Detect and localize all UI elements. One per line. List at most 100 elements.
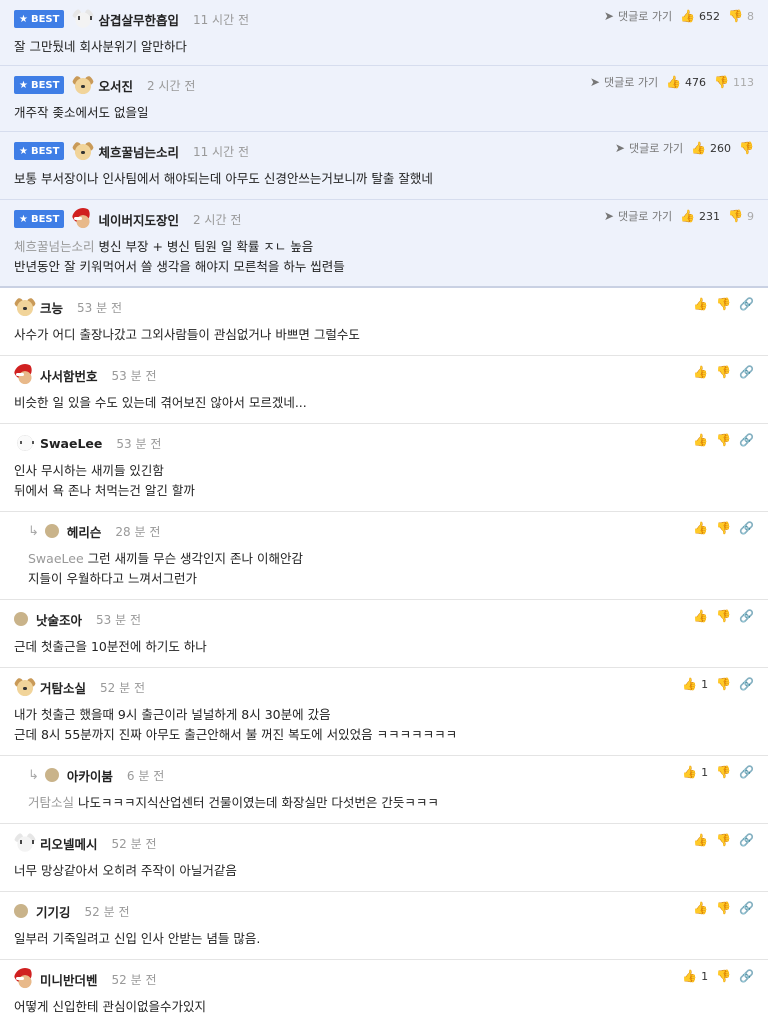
downvote-button[interactable]: 👎 xyxy=(716,433,731,447)
downvote-button[interactable]: 👎 xyxy=(716,365,731,379)
nickname[interactable]: 삼겹살무한흡입 xyxy=(98,10,179,29)
comment-text: 사수가 어디 출장나갔고 그외사람들이 관심없거나 바쁘면 그럴수도 xyxy=(14,327,360,342)
comment-item: 크능 53 분 전 👍 👎 🔗 사수가 어디 출장나갔고 그외사람들이 관심없거나 바쁘면… xyxy=(0,288,768,356)
goto-comment-button[interactable]: ➤ 댓글로 가기 xyxy=(604,8,672,24)
upvote-button[interactable]: 👍 xyxy=(693,521,708,535)
nickname[interactable]: 리오넬메시 xyxy=(40,834,98,853)
nickname[interactable]: 헤리슨 xyxy=(67,522,102,541)
upvote-button[interactable]: 👍 xyxy=(693,901,708,915)
downvote-button[interactable]: 👎 xyxy=(716,833,731,847)
avatar[interactable] xyxy=(44,524,59,538)
comment-line: 지들이 우월하다고 느껴서그런가 xyxy=(28,569,754,589)
comment-actions: 👍 1 👎 🔗 xyxy=(682,676,754,692)
nickname[interactable]: 크능 xyxy=(40,298,63,317)
avatar[interactable] xyxy=(14,968,36,990)
avatar[interactable] xyxy=(72,74,95,96)
downvote-button[interactable]: 👎 113 xyxy=(714,75,754,89)
avatar[interactable] xyxy=(72,8,95,30)
upvote-button[interactable]: 👍 476 xyxy=(666,75,706,89)
upvote-button[interactable]: 👍 231 xyxy=(680,209,720,223)
nickname[interactable]: 네이버지도장인 xyxy=(98,210,179,229)
comment-header: ★ BEST 오서진 2 시간 전 xyxy=(14,74,195,96)
share-link-button[interactable]: 🔗 xyxy=(739,297,754,311)
avatar[interactable] xyxy=(14,296,36,318)
downvote-button[interactable]: 👎 xyxy=(716,969,731,983)
avatar[interactable] xyxy=(14,432,36,454)
upvote-button[interactable]: 👍 xyxy=(693,297,708,311)
link-icon: 🔗 xyxy=(739,365,754,379)
downvote-count: 8 xyxy=(747,9,754,23)
share-link-button[interactable]: 🔗 xyxy=(739,521,754,535)
avatar[interactable] xyxy=(14,904,28,918)
comment-text: 보통 부서장이나 인사팀에서 해야되는데 아무도 신경안쓰는거보니까 탈출 잘했… xyxy=(14,171,433,186)
comment-body: 체흐꿀넘는소리 병신 부장 + 병신 팀원 일 확률 ㅈㄴ 높음 반년동안 잘 키워… xyxy=(14,237,754,277)
avatar[interactable] xyxy=(14,676,36,698)
share-link-button[interactable]: 🔗 xyxy=(739,833,754,847)
nickname[interactable]: SwaeLee xyxy=(40,436,102,451)
downvote-button[interactable]: 👎 xyxy=(716,765,731,779)
downvote-button[interactable]: 👎 9 xyxy=(728,209,754,223)
thumbs-down-icon: 👎 xyxy=(716,521,732,535)
thumbs-down-icon: 👎 xyxy=(728,9,743,23)
goto-comment-button[interactable]: ➤ 댓글로 가기 xyxy=(590,74,658,90)
mention-tag[interactable]: 거탐소실 xyxy=(28,795,74,810)
upvote-button[interactable]: 👍 1 xyxy=(682,765,708,779)
comment-header: 미니반더벤 52 분 전 xyxy=(14,968,157,990)
share-link-button[interactable]: 🔗 xyxy=(739,433,754,447)
downvote-button[interactable]: 👎 xyxy=(716,901,731,915)
comment-line: 체흐꿀넘는소리 병신 부장 + 병신 팀원 일 확률 ㅈㄴ 높음 xyxy=(14,237,754,257)
avatar[interactable] xyxy=(72,208,95,230)
nickname[interactable]: 사서함번호 xyxy=(40,366,98,385)
comment-text: 인사 무시하는 새끼들 있긴함 xyxy=(14,463,164,478)
nickname[interactable]: 미니반더벤 xyxy=(40,970,98,989)
share-link-button[interactable]: 🔗 xyxy=(739,765,754,779)
downvote-button[interactable]: 👎 xyxy=(739,141,754,155)
avatar[interactable] xyxy=(44,768,59,782)
nickname[interactable]: 낫술조아 xyxy=(36,610,82,629)
upvote-button[interactable]: 👍 xyxy=(693,365,708,379)
mention-tag[interactable]: 체흐꿀넘는소리 xyxy=(14,239,95,254)
downvote-button[interactable]: 👎 xyxy=(716,677,731,691)
comment-text: 내가 첫출근 했을때 9시 출근이라 널널하게 8시 30분에 갔음 xyxy=(14,707,331,722)
comment-actions: ➤ 댓글로 가기 👍 260 👎 xyxy=(615,140,754,156)
goto-comment-button[interactable]: ➤ 댓글로 가기 xyxy=(604,208,672,224)
share-link-button[interactable]: 🔗 xyxy=(739,901,754,915)
upvote-button[interactable]: 👍 1 xyxy=(682,969,708,983)
share-link-button[interactable]: 🔗 xyxy=(739,969,754,983)
share-link-button[interactable]: 🔗 xyxy=(739,677,754,691)
comment-body: 거탐소실 나도ㅋㅋㅋ지식산업센터 건물이였는데 화장실만 다섯번은 간듯ㅋㅋㅋ xyxy=(28,793,754,813)
upvote-button[interactable]: 👍 652 xyxy=(680,9,720,23)
upvote-button[interactable]: 👍 xyxy=(693,433,708,447)
avatar[interactable] xyxy=(14,612,28,626)
goto-comment-button[interactable]: ➤ 댓글로 가기 xyxy=(615,140,683,156)
link-icon: 🔗 xyxy=(739,521,754,535)
upvote-button[interactable]: 👍 xyxy=(693,609,708,623)
nickname[interactable]: 오서진 xyxy=(98,76,133,95)
downvote-button[interactable]: 👎 xyxy=(716,609,731,623)
avatar[interactable] xyxy=(14,832,36,854)
share-link-button[interactable]: 🔗 xyxy=(739,365,754,379)
thumbs-down-icon: 👎 xyxy=(716,433,732,447)
downvote-button[interactable]: 👎 xyxy=(716,521,731,535)
upvote-button[interactable]: 👍 260 xyxy=(691,141,731,155)
comment-item: ★ BEST 네이버지도장인 2 시간 전 ➤ 댓글로 가기 👍 231 👎 9 체흐꿀넘는소리 병신… xyxy=(0,200,768,288)
avatar[interactable] xyxy=(14,364,36,386)
timestamp: 53 분 전 xyxy=(116,436,162,451)
mention-tag[interactable]: SwaeLee xyxy=(28,551,84,566)
comment-text: 어떻게 신입한테 관심이없을수가있지 xyxy=(14,999,206,1014)
comment-header: ★ BEST 네이버지도장인 2 시간 전 xyxy=(14,208,241,230)
avatar[interactable] xyxy=(72,140,95,162)
downvote-button[interactable]: 👎 8 xyxy=(728,9,754,23)
downvote-button[interactable]: 👎 xyxy=(716,297,731,311)
nickname[interactable]: 아카이붐 xyxy=(67,766,113,785)
share-link-button[interactable]: 🔗 xyxy=(739,609,754,623)
upvote-button[interactable]: 👍 xyxy=(693,833,708,847)
nickname[interactable]: 기기깅 xyxy=(36,902,71,921)
upvote-button[interactable]: 👍 1 xyxy=(682,677,708,691)
link-icon: 🔗 xyxy=(739,677,754,691)
comment-text: 잘 그만뒀네 회사분위기 알만하다 xyxy=(14,39,187,54)
nickname[interactable]: 체흐꿀넘는소리 xyxy=(98,142,179,161)
comment-body: SwaeLee 그런 새끼들 무슨 생각인지 존나 이해안감 지들이 우월하다고 느… xyxy=(28,549,754,589)
timestamp: 28 분 전 xyxy=(115,524,161,539)
nickname[interactable]: 거탐소실 xyxy=(40,678,86,697)
